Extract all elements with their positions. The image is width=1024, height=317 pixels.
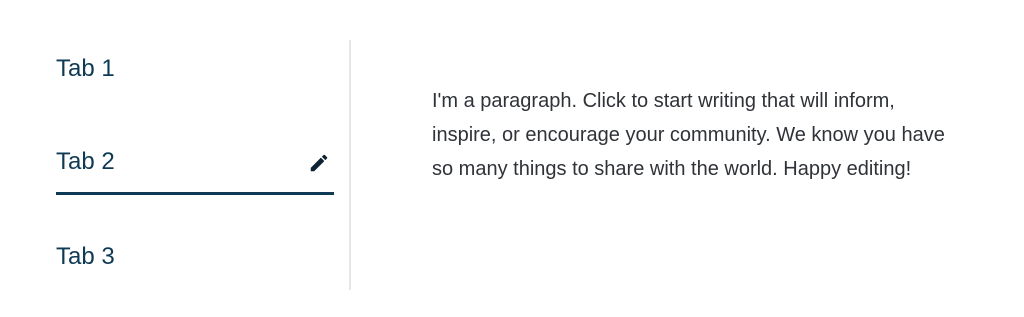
tabs-widget: Tab 1 Tab 2 Tab 3 I'm a paragraph. Click… [0, 0, 1024, 317]
tab-2-label: Tab 2 [56, 148, 115, 175]
panel-paragraph[interactable]: I'm a paragraph. Click to start writing … [432, 84, 962, 186]
tab-divider [349, 40, 351, 290]
tab-1-label: Tab 1 [56, 55, 115, 82]
tab-3[interactable]: Tab 3 [56, 234, 334, 282]
pencil-icon[interactable] [308, 152, 330, 174]
tab-1[interactable]: Tab 1 [56, 52, 334, 100]
active-tab-underline [56, 192, 334, 195]
tab-panel: I'm a paragraph. Click to start writing … [432, 84, 962, 186]
tab-3-label: Tab 3 [56, 243, 115, 270]
tab-2[interactable]: Tab 2 [56, 136, 334, 196]
